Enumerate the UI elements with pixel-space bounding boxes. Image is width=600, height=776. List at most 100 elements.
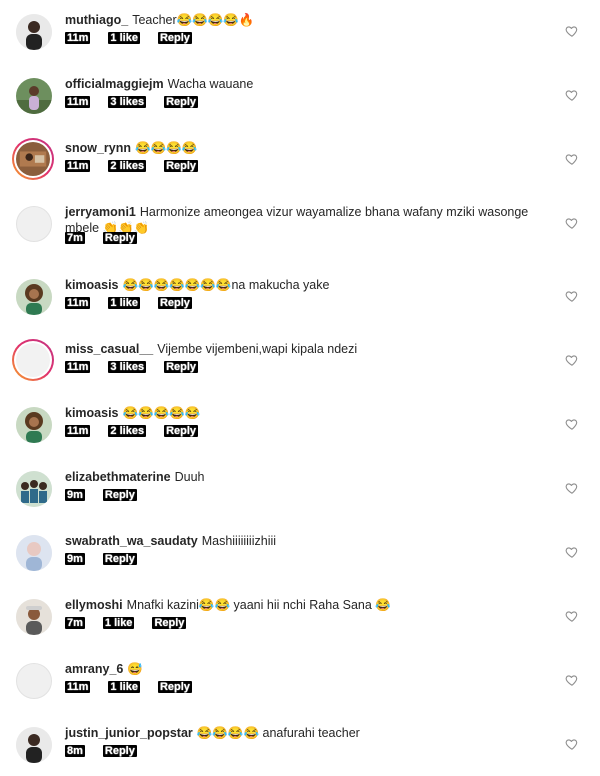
avatar[interactable] [16,727,52,763]
comment-meta: 8m Reply [65,745,155,757]
comment-body: 😂😂😂😂😂 [122,406,201,420]
comment-meta: 9m Reply [65,489,155,501]
like-heart-icon[interactable] [565,545,579,559]
like-heart-icon[interactable] [565,289,579,303]
comment-likes[interactable]: 1 like [102,617,135,629]
reply-button[interactable]: Reply [164,425,199,437]
reply-button[interactable]: Reply [102,553,137,565]
comment-text: snow_rynn 😂😂😂😂 [65,140,565,156]
avatar[interactable] [16,279,52,315]
comment-likes[interactable]: 3 likes [108,361,147,373]
comment-text: amrany_6 😅 [65,661,565,677]
avatar[interactable] [16,206,52,242]
like-heart-icon[interactable] [565,673,579,687]
avatar[interactable] [12,138,54,180]
like-heart-icon[interactable] [565,417,579,431]
comment-time: 11m [65,96,91,108]
like-heart-icon[interactable] [565,353,579,367]
avatar[interactable] [16,535,52,571]
avatar[interactable] [16,78,52,114]
avatar[interactable] [16,663,52,699]
comment-likes[interactable]: 2 likes [108,425,147,437]
comment-text: muthiago_ Teacher😂😂😂😂🔥 [65,12,565,28]
like-heart-icon[interactable] [565,737,579,751]
reply-button[interactable]: Reply [102,489,137,501]
comment-text: swabrath_wa_saudaty Mashiiiiiiiizhiii [65,533,565,549]
comment-meta: 7m Reply [65,232,155,244]
avatar[interactable] [12,339,54,381]
reply-button[interactable]: Reply [152,617,187,629]
like-heart-icon[interactable] [565,88,579,102]
reply-button[interactable]: Reply [102,232,137,244]
comment-time: 9m [65,489,85,501]
comment-meta: 7m 1 like Reply [65,617,204,629]
comment-body: 😅 [127,662,143,676]
comment-meta: 11m 1 like Reply [65,32,210,44]
comment-username[interactable]: officialmaggiejm [65,77,164,91]
like-heart-icon[interactable] [565,481,579,495]
like-heart-icon[interactable] [565,24,579,38]
comment-time: 8m [65,745,85,757]
comment-meta: 9m Reply [65,553,155,565]
comment-meta: 11m 1 like Reply [65,681,210,693]
comment-username[interactable]: justin_junior_popstar [65,726,193,740]
comment-body: 😂😂😂😂 [135,141,198,155]
reply-button[interactable]: Reply [157,32,192,44]
comment-time: 11m [65,32,91,44]
comment-text: ellymoshi Mnafki kazini😂😂 yaani hii nchi … [65,597,565,613]
comment-username[interactable]: jerryamoni1 [65,205,136,219]
comment-text: kimoasis 😂😂😂😂😂😂😂na makucha yake [65,277,565,293]
comment-likes[interactable]: 3 likes [108,96,147,108]
comment-username[interactable]: elizabethmaterine [65,470,171,484]
comment-username[interactable]: swabrath_wa_saudaty [65,534,198,548]
comment-text: miss_casual__ Vijembe vijembeni,wapi kipa… [65,341,565,357]
comment-text: kimoasis 😂😂😂😂😂 [65,405,565,421]
comment-body: 😂😂😂😂 anafurahi teacher [196,726,360,740]
like-heart-icon[interactable] [565,216,579,230]
comment-likes[interactable]: 2 likes [108,160,147,172]
comment-meta: 11m 1 like Reply [65,297,210,309]
comment-meta: 11m 2 likes Reply [65,425,216,437]
like-heart-icon[interactable] [565,609,579,623]
comment-time: 11m [65,361,91,373]
comment-time: 11m [65,425,91,437]
avatar[interactable] [16,471,52,507]
comment-username[interactable]: miss_casual__ [65,342,153,356]
comment-username[interactable]: ellymoshi [65,598,123,612]
comment-time: 7m [65,617,85,629]
comment-likes[interactable]: 1 like [108,297,140,309]
comment-likes[interactable]: 1 like [108,32,140,44]
comment-text: elizabethmaterine Duuh [65,469,565,485]
reply-button[interactable]: Reply [164,361,199,373]
avatar[interactable] [16,14,52,50]
comment-body: Teacher😂😂😂😂🔥 [132,13,255,27]
comment-time: 9m [65,553,85,565]
reply-button[interactable]: Reply [164,96,199,108]
reply-button[interactable]: Reply [157,297,192,309]
comment-body: Mashiiiiiiiizhiii [201,534,277,548]
comment-username[interactable]: kimoasis [65,278,119,292]
comment-username[interactable]: muthiago_ [65,13,128,27]
comment-username[interactable]: kimoasis [65,406,119,420]
avatar[interactable] [16,599,52,635]
comment-username[interactable]: amrany_6 [65,662,123,676]
comment-time: 11m [65,681,91,693]
comment-likes[interactable]: 1 like [108,681,140,693]
comment-username[interactable]: snow_rynn [65,141,131,155]
avatar[interactable] [16,407,52,443]
comment-time: 11m [65,297,91,309]
comment-body: Mnafki kazini😂😂 yaani hii nchi Raha Sana… [126,598,391,612]
reply-button[interactable]: Reply [102,745,137,757]
reply-button[interactable]: Reply [157,681,192,693]
comment-meta: 11m 2 likes Reply [65,160,216,172]
comment-meta: 11m 3 likes Reply [65,96,216,108]
comment-body: Vijembe vijembeni,wapi kipala ndezi [157,342,358,356]
comment-text: officialmaggiejm Wacha wauane [65,76,565,92]
comment-meta: 11m 3 likes Reply [65,361,216,373]
comment-time: 7m [65,232,85,244]
reply-button[interactable]: Reply [164,160,199,172]
comment-text: justin_junior_popstar 😂😂😂😂 anafurahi teac… [65,725,565,741]
comment-time: 11m [65,160,91,172]
comment-body: Duuh [174,470,205,484]
like-heart-icon[interactable] [565,152,579,166]
